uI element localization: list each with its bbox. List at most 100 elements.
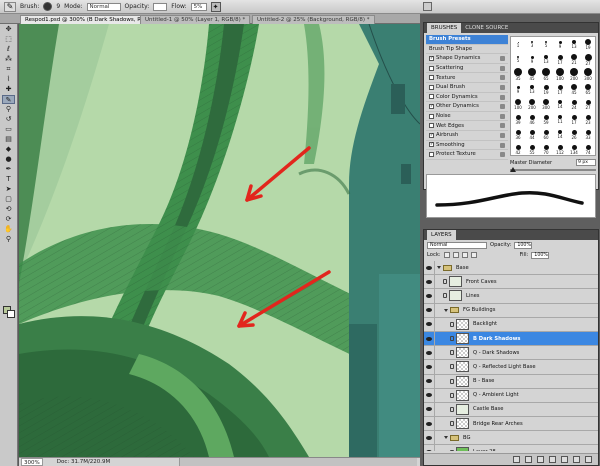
zoom-tool-icon[interactable]: ⚲: [2, 235, 15, 244]
healing-tool-icon[interactable]: ✚: [2, 85, 15, 94]
brush-preset[interactable]: 44: [525, 127, 539, 142]
brush-preset[interactable]: 11: [553, 112, 567, 127]
master-diameter-slider-knob[interactable]: [509, 167, 516, 172]
brush-setting-checkbox[interactable]: ✓: [429, 103, 434, 109]
brush-preset[interactable]: 9: [525, 52, 539, 67]
brush-preset[interactable]: 35: [511, 67, 525, 82]
new-group-icon[interactable]: [561, 456, 568, 463]
lock-icon[interactable]: [500, 104, 505, 110]
visibility-eye-icon[interactable]: [424, 274, 435, 289]
background-color-swatch[interactable]: [7, 310, 15, 318]
pen-tool-icon[interactable]: ✒: [2, 165, 15, 174]
brush-setting-checkbox[interactable]: [429, 65, 434, 71]
brush-setting-checkbox[interactable]: [429, 94, 434, 100]
brush-preset[interactable]: 5: [539, 37, 553, 52]
brush-setting-item[interactable]: Brush Presets: [426, 35, 508, 45]
lock-all-icon[interactable]: [470, 252, 477, 258]
document-canvas[interactable]: [19, 24, 420, 457]
opacity-field[interactable]: [153, 2, 168, 11]
tab-layers[interactable]: LAYERS: [427, 230, 456, 240]
layer-row[interactable]: Bridge Rear Arches: [424, 416, 598, 432]
brush-preset[interactable]: 65: [581, 82, 595, 97]
brush-preset[interactable]: 3: [525, 37, 539, 52]
layer-row[interactable]: Base: [424, 261, 598, 276]
brush-preset[interactable]: 14: [553, 127, 567, 142]
brush-preset[interactable]: 46: [525, 112, 539, 127]
layer-row[interactable]: B - Base: [424, 374, 598, 389]
brush-preset[interactable]: 26: [567, 127, 581, 142]
brush-preset[interactable]: 100: [511, 97, 525, 112]
brush-preset[interactable]: 13: [539, 52, 553, 67]
link-layers-icon[interactable]: [513, 456, 520, 463]
brush-preset[interactable]: 13: [525, 82, 539, 97]
layer-row[interactable]: FG Buildings: [424, 303, 598, 318]
brush-setting-checkbox[interactable]: [429, 151, 434, 157]
visibility-eye-icon[interactable]: [424, 345, 435, 360]
lock-icon[interactable]: [500, 152, 505, 158]
layer-opacity-field[interactable]: 100%: [514, 241, 533, 249]
brush-preset[interactable]: 14: [553, 97, 567, 112]
tab-untitled-2[interactable]: Untitled-2 @ 25% (Background, RGB/8) *: [252, 15, 375, 24]
master-diameter-field[interactable]: 9 px: [576, 159, 596, 166]
brush-setting-item[interactable]: Scattering: [426, 64, 508, 74]
brush-setting-item[interactable]: ✓ Smoothing: [426, 141, 508, 151]
brush-setting-item[interactable]: Protect Texture: [426, 150, 508, 160]
brush-setting-checkbox[interactable]: ✓: [429, 55, 434, 61]
layer-row[interactable]: Castle Base: [424, 402, 598, 418]
brush-preset[interactable]: 23: [581, 112, 595, 127]
tab-clone-source[interactable]: CLONE SOURCE: [461, 23, 512, 33]
brush-setting-item[interactable]: Noise: [426, 112, 508, 122]
mode-select[interactable]: Normal: [86, 2, 121, 11]
brush-preset[interactable]: 17: [567, 112, 581, 127]
visibility-eye-icon[interactable]: [424, 402, 435, 417]
visibility-eye-icon[interactable]: [424, 303, 435, 318]
layer-row[interactable]: Backlight: [424, 317, 598, 332]
brush-preset[interactable]: 112: [553, 142, 567, 157]
expand-triangle-icon[interactable]: [444, 308, 448, 312]
path-select-tool-icon[interactable]: ➤: [2, 185, 15, 194]
brush-preset[interactable]: 27: [581, 97, 595, 112]
lock-icon[interactable]: [500, 84, 505, 90]
visibility-eye-icon[interactable]: [424, 331, 435, 346]
brush-setting-item[interactable]: Wet Edges: [426, 121, 508, 131]
tab-untitled-1[interactable]: Untitled-1 @ 50% (Layer 1, RGB/8) *: [140, 15, 251, 24]
3d-camera-tool-icon[interactable]: ⟳: [2, 215, 15, 224]
eyedropper-tool-icon[interactable]: ⌇: [2, 75, 15, 84]
brush-preset[interactable]: 19: [539, 82, 553, 97]
brush-preset[interactable]: 65: [539, 67, 553, 82]
brush-preset[interactable]: 33: [581, 127, 595, 142]
lock-icon[interactable]: [500, 142, 505, 148]
brush-preset[interactable]: 74: [581, 142, 595, 157]
visibility-eye-icon[interactable]: [424, 430, 435, 445]
airbrush-toggle-icon[interactable]: ✦: [210, 1, 221, 12]
brush-preset[interactable]: 45: [567, 82, 581, 97]
horizontal-scrollbar[interactable]: [179, 458, 417, 466]
brush-setting-item[interactable]: Brush Tip Shape: [426, 45, 508, 55]
layer-row[interactable]: Layer 28: [424, 445, 598, 451]
brush-preset[interactable]: 60: [539, 127, 553, 142]
expand-triangle-icon[interactable]: [437, 266, 441, 270]
lock-icon[interactable]: [500, 113, 505, 119]
brush-preset[interactable]: 70: [539, 142, 553, 157]
3d-rotate-tool-icon[interactable]: ⟲: [2, 205, 15, 214]
brush-setting-item[interactable]: Dual Brush: [426, 83, 508, 93]
layer-row[interactable]: BG: [424, 430, 598, 446]
blend-mode-select[interactable]: Normal: [427, 241, 487, 249]
layer-style-icon[interactable]: [525, 456, 532, 463]
brush-setting-checkbox[interactable]: ✓: [429, 132, 434, 138]
zoom-level-field[interactable]: 300%: [21, 458, 43, 466]
blur-tool-icon[interactable]: ◆: [2, 145, 15, 154]
brush-tool-icon[interactable]: ✎: [2, 95, 15, 104]
brush-setting-item[interactable]: ✓ Shape Dynamics: [426, 54, 508, 64]
brush-preset[interactable]: 21: [567, 52, 581, 67]
visibility-eye-icon[interactable]: [424, 288, 435, 303]
lock-icon[interactable]: [500, 75, 505, 81]
layer-mask-icon[interactable]: [537, 456, 544, 463]
brush-preset[interactable]: 17: [553, 82, 567, 97]
expand-triangle-icon[interactable]: [444, 436, 448, 440]
brush-preset[interactable]: 1: [511, 37, 525, 52]
layer-row[interactable]: B Dark Shadows: [424, 331, 598, 347]
lock-pixels-icon[interactable]: [452, 252, 459, 258]
brush-preset[interactable]: 300: [539, 97, 553, 112]
visibility-eye-icon[interactable]: [424, 261, 435, 275]
